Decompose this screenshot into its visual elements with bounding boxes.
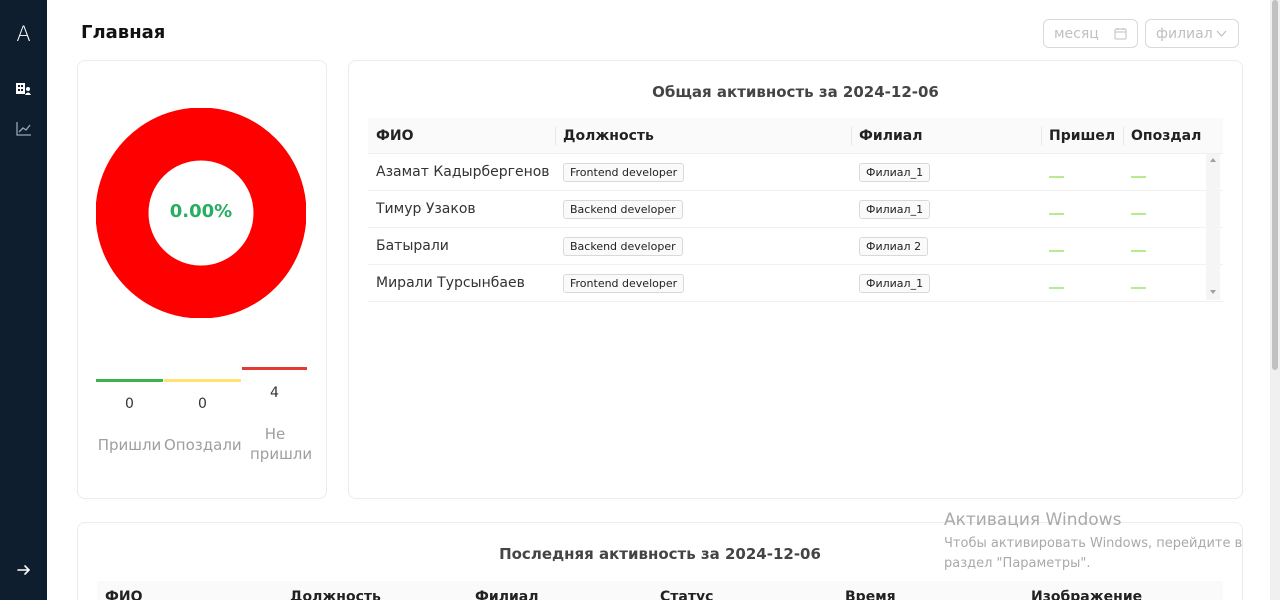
page-scrollbar-thumb[interactable] bbox=[1272, 0, 1278, 370]
branch-tag: Филиал_1 bbox=[859, 199, 931, 219]
page-title: Главная bbox=[81, 22, 166, 43]
arrived-empty-dash bbox=[1049, 212, 1064, 215]
watermark-line: Чтобы активировать Windows, перейдите в bbox=[944, 536, 1243, 551]
legend-line-absent bbox=[242, 367, 307, 370]
page-scrollbar[interactable] bbox=[1270, 0, 1280, 600]
col-position[interactable]: Должность bbox=[290, 589, 381, 600]
late-empty-dash bbox=[1131, 175, 1146, 178]
row-name: Мирали Турсынбаев bbox=[376, 275, 525, 291]
absent-label: Не пришли bbox=[250, 425, 313, 464]
legend-line-arrived bbox=[96, 379, 163, 382]
recent-table-header: ФИО Должность Филиал Статус Время Изобра… bbox=[97, 581, 1223, 600]
scroll-up-icon[interactable] bbox=[1210, 158, 1216, 162]
arrived-empty-dash bbox=[1049, 286, 1064, 289]
position-tag: Frontend developer bbox=[563, 162, 685, 182]
late-label: Опоздали bbox=[164, 436, 242, 454]
activity-table: ФИО Должность Филиал Пришел Опоздал Азам… bbox=[368, 118, 1223, 302]
branch-placeholder: филиал bbox=[1156, 25, 1213, 42]
app-logo[interactable]: A bbox=[0, 22, 47, 46]
col-branch[interactable]: Филиал bbox=[475, 589, 538, 600]
table-scrollbar[interactable] bbox=[1206, 154, 1220, 300]
position-tag: Frontend developer bbox=[563, 273, 685, 293]
branch-select[interactable]: филиал bbox=[1145, 19, 1239, 48]
absent-count: 4 bbox=[270, 385, 279, 401]
attendance-percent: 0.00% bbox=[169, 201, 233, 222]
arrow-right-icon[interactable] bbox=[16, 562, 32, 578]
sidebar: A bbox=[0, 0, 47, 600]
row-name: Тимур Узаков bbox=[376, 201, 476, 217]
activity-card: Общая активность за 2024-12-06 ФИО Должн… bbox=[348, 60, 1243, 499]
col-name[interactable]: ФИО bbox=[368, 118, 414, 154]
col-image[interactable]: Изображение bbox=[1031, 589, 1142, 600]
chevron-down-icon bbox=[1216, 30, 1227, 37]
scroll-down-icon[interactable] bbox=[1210, 290, 1216, 294]
row-name: Азамат Кадырбергенов bbox=[376, 164, 550, 180]
col-late[interactable]: Опоздал bbox=[1123, 118, 1201, 154]
arrived-label: Пришли bbox=[97, 436, 162, 454]
table-row[interactable]: Батырали Backend developer Филиал 2 bbox=[368, 228, 1223, 265]
watermark-line: раздел "Параметры". bbox=[944, 555, 1091, 571]
table-row[interactable]: Мирали Турсынбаев Frontend developer Фил… bbox=[368, 265, 1223, 302]
windows-activation-watermark: Активация Windows Чтобы активировать Win… bbox=[944, 510, 1242, 573]
col-branch[interactable]: Филиал bbox=[851, 118, 922, 154]
arrived-count: 0 bbox=[125, 396, 134, 412]
arrived-empty-dash bbox=[1049, 175, 1064, 178]
summary-card: 0.00% 0 0 4 Пришли Опоздали Не пришли bbox=[77, 60, 327, 499]
col-status[interactable]: Статус bbox=[660, 589, 713, 600]
month-picker[interactable]: месяц bbox=[1043, 19, 1138, 48]
arrived-empty-dash bbox=[1049, 249, 1064, 252]
calendar-icon bbox=[1114, 28, 1127, 40]
activity-title: Общая активность за 2024-12-06 bbox=[652, 83, 939, 101]
watermark-title: Активация Windows bbox=[944, 510, 1122, 530]
col-time[interactable]: Время bbox=[845, 589, 896, 600]
col-name[interactable]: ФИО bbox=[105, 589, 143, 600]
position-tag: Backend developer bbox=[563, 236, 683, 256]
branch-tag: Филиал 2 bbox=[859, 236, 929, 256]
late-empty-dash bbox=[1131, 286, 1146, 289]
table-header: ФИО Должность Филиал Пришел Опоздал bbox=[368, 118, 1223, 154]
late-count: 0 bbox=[198, 396, 207, 412]
col-position[interactable]: Должность bbox=[555, 118, 654, 154]
table-row[interactable]: Тимур Узаков Backend developer Филиал_1 bbox=[368, 191, 1223, 228]
col-arrived[interactable]: Пришел bbox=[1041, 118, 1115, 154]
row-name: Батырали bbox=[376, 238, 449, 254]
month-placeholder: месяц bbox=[1054, 25, 1099, 42]
legend-line-late bbox=[164, 379, 241, 382]
late-empty-dash bbox=[1131, 212, 1146, 215]
chart-line-icon[interactable] bbox=[15, 120, 32, 137]
late-empty-dash bbox=[1131, 249, 1146, 252]
branch-tag: Филиал_1 bbox=[859, 273, 931, 293]
building-users-icon[interactable] bbox=[15, 80, 32, 97]
branch-tag: Филиал_1 bbox=[859, 162, 931, 182]
table-row[interactable]: Азамат Кадырбергенов Frontend developer … bbox=[368, 154, 1223, 191]
position-tag: Backend developer bbox=[563, 199, 683, 219]
